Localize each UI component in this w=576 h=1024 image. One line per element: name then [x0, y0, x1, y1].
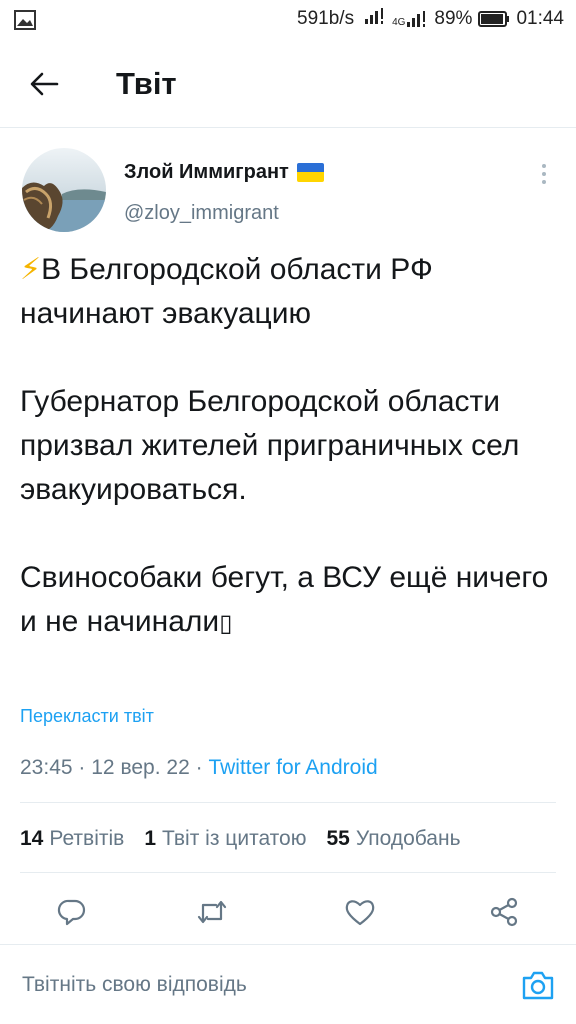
retweet-button[interactable]: [190, 890, 234, 934]
top-app-bar: Твіт: [0, 40, 576, 128]
signal-4g-icon: 4G: [392, 10, 428, 28]
back-button[interactable]: [26, 66, 62, 102]
more-dot: [542, 164, 546, 168]
tweet-stats: 14 Ретвітів 1 Твіт із цитатою 55 Уподобань: [20, 824, 461, 854]
status-bar: 591b/s 4G 89% 01:44: [0, 0, 576, 40]
battery-percent: 89%: [434, 8, 473, 29]
author-name[interactable]: Злой Иммигрант: [124, 160, 324, 184]
tweet-date: 12 вер. 22: [91, 756, 190, 779]
lightning-icon: ⚡: [20, 253, 42, 286]
share-button[interactable]: [482, 890, 526, 934]
author-handle[interactable]: @zloy_immigrant: [124, 200, 279, 226]
share-icon: [490, 897, 518, 927]
like-button[interactable]: [338, 890, 382, 934]
network-speed: 591b/s: [297, 8, 355, 29]
tweet-meta: 23:45 · 12 вер. 22 · Twitter for Android: [20, 756, 378, 779]
missing-glyph-icon: ▯: [219, 610, 233, 637]
tweet-actions: [0, 890, 576, 936]
arrow-left-icon: [30, 72, 59, 96]
more-options-button[interactable]: [534, 160, 554, 188]
retweet-icon: [197, 900, 227, 924]
tweet-time: 23:45: [20, 756, 73, 779]
tweet-paragraph: Свиноcобаки бегут, а ВСУ ещё ничего и не…: [20, 561, 549, 638]
translate-link[interactable]: Перекласти твіт: [20, 704, 154, 728]
reply-icon: [57, 899, 86, 926]
page-title: Твіт: [116, 66, 177, 101]
battery-icon: [478, 11, 510, 27]
reply-input[interactable]: Твітніть свою відповідь: [22, 971, 247, 999]
avatar[interactable]: [22, 148, 106, 232]
tweet-paragraph: ⚡В Белгородской области РФ начинают эвак…: [20, 253, 433, 330]
camera-button[interactable]: [518, 965, 558, 1005]
reply-button[interactable]: [50, 890, 94, 934]
divider: [20, 872, 556, 873]
more-dot: [542, 172, 546, 176]
divider: [20, 802, 556, 803]
more-dot: [542, 180, 546, 184]
tweet-text: ⚡В Белгородской области РФ начинают эвак…: [20, 248, 560, 646]
like-icon: [345, 900, 375, 926]
reply-bar: Твітніть свою відповідь: [0, 944, 576, 1024]
camera-icon: [522, 971, 554, 1000]
retweets-stat[interactable]: 14 Ретвітів: [20, 824, 124, 854]
tweet-source-link[interactable]: Twitter for Android: [208, 756, 377, 779]
gallery-icon: [14, 10, 36, 35]
quotes-stat[interactable]: 1 Твіт із цитатою: [144, 824, 306, 854]
tweet-paragraph: Губернатор Белгородской области призвал …: [20, 385, 520, 506]
ukraine-flag-icon: [296, 162, 324, 182]
signal-icon: [364, 7, 386, 31]
clock: 01:44: [516, 8, 564, 29]
likes-stat[interactable]: 55 Уподобань: [326, 824, 460, 854]
